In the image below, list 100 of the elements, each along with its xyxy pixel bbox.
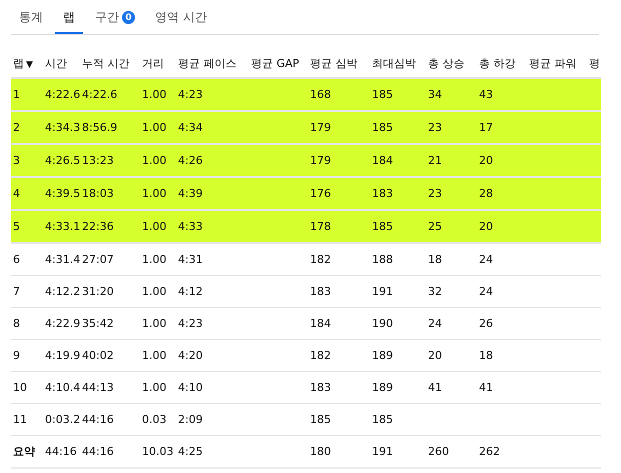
column-header[interactable]: 총 상승 [428,56,464,70]
sort-icon[interactable]: ▼ [26,60,33,70]
table-cell: 183 [310,381,331,394]
table-cell: 4:39 [178,187,203,200]
table-cell: 262 [479,445,500,458]
tab[interactable]: 구간 0 [87,6,143,34]
tab[interactable]: 통계 [11,6,51,34]
table-cell: 189 [372,349,393,362]
table-cell: 9 [13,349,20,362]
table-cell: 4:10 [178,381,203,394]
table-cell: 185 [372,413,393,426]
tab[interactable]: 영역 시간 [147,6,215,34]
table-cell: 27:07 [82,253,114,266]
table-cell: 1.00 [142,220,166,233]
table-cell: 24 [479,253,493,266]
column-header[interactable]: 총 하강 [479,56,516,70]
table-cell: 4:12 [178,285,203,298]
table-cell: 4:26.5 [45,154,80,167]
table-cell: 23 [428,187,442,200]
table-cell: 4:31 [178,253,203,266]
table-cell: 1.00 [142,253,166,266]
table-cell: 1.00 [142,349,166,362]
table-cell: 190 [372,317,393,330]
table-cell: 21 [428,154,442,167]
table-cell: 184 [372,154,393,167]
table-cell: 185 [372,88,393,101]
table-cell: 28 [479,187,493,200]
table-cell: 34 [428,88,442,101]
table-cell: 10.03 [142,445,174,458]
table-cell: 43 [479,88,493,101]
table-cell: 8:56.9 [82,121,118,134]
table-cell: 184 [310,317,331,330]
selected-row[interactable]: 5 4:33.1 22:36 1.00 4:33 178 185 25 20 [11,210,601,243]
column-header[interactable]: 평 [589,56,600,70]
table-cell: 44:13 [82,381,114,394]
table-cell: 176 [310,187,331,200]
table-cell: 4:31.4 [45,253,80,266]
table-cell: 26 [479,317,493,330]
table-cell: 4:34.3 [45,121,80,134]
table-cell: 4:20 [178,349,203,362]
table-cell: 4 [13,187,20,200]
table-cell: 20 [479,220,493,233]
selected-row[interactable]: 4 4:39.5 18:03 1.00 4:39 176 183 23 28 [11,177,601,210]
table-cell: 18:03 [82,187,114,200]
table-cell: 1 [13,88,20,101]
table-cell: 1.00 [142,154,166,167]
tab[interactable]: 랩 [55,6,83,34]
column-header[interactable]: 평균 페이스 [178,56,236,70]
table-cell: 40:02 [82,349,114,362]
table-cell: 1.00 [142,88,166,101]
table-cell: 4:33 [178,220,203,233]
table-cell: 13:23 [82,154,114,167]
selected-row[interactable]: 1 4:22.6 4:22.6 1.00 4:23 168 185 34 43 [11,78,601,111]
table-cell: 5 [13,220,20,233]
table-cell: 6 [13,253,20,266]
table-cell: 4:26 [178,154,203,167]
table-cell: 41 [428,381,442,394]
table-cell: 191 [372,285,393,298]
table-cell: 4:34 [178,121,203,134]
table-cell: 35:42 [82,317,114,330]
table-cell: 1.00 [142,317,166,330]
table-cell: 4:19.9 [45,349,80,362]
table-cell: 4:22.6 [82,88,118,101]
table-cell: 4:25 [178,445,203,458]
table-cell: 31:20 [82,285,114,298]
table-cell: 25 [428,220,442,233]
table-cell: 24 [428,317,442,330]
table-cell: 185 [310,413,331,426]
table-cell: 4:33.1 [45,220,80,233]
table-cell: 183 [372,187,393,200]
table-cell: 41 [479,381,493,394]
table-cell: 183 [310,285,331,298]
selected-row[interactable]: 3 4:26.5 13:23 1.00 4:26 179 184 21 20 [11,144,601,177]
table-cell: 18 [428,253,442,266]
column-header[interactable]: 거리 [142,56,164,70]
table-cell: 1.00 [142,187,166,200]
table-cell: 4:22.6 [45,88,80,101]
selected-row[interactable]: 2 4:34.3 8:56.9 1.00 4:34 179 185 23 17 [11,111,601,144]
column-header[interactable]: 최대심박 [372,56,416,70]
column-header[interactable]: 랩 [13,56,24,70]
table-cell: 3 [13,154,20,167]
column-header[interactable]: 평균 GAP [251,56,300,70]
table-cell: 0.03 [142,413,166,426]
column-header[interactable]: 평균 파워 [529,56,576,70]
table-cell: 7 [13,285,20,298]
table-cell: 180 [310,445,331,458]
table-cell: 1.00 [142,285,166,298]
table-cell: 2 [13,121,20,134]
table-cell: 185 [372,220,393,233]
count-badge: 0 [122,11,135,24]
table-cell: 44:16 [45,445,77,458]
table-cell: 20 [479,154,493,167]
column-header[interactable]: 누적 시간 [82,56,130,70]
table-cell: 4:22.9 [45,317,80,330]
column-header[interactable]: 평균 심박 [310,56,358,70]
table-cell: 188 [372,253,393,266]
column-header[interactable]: 시간 [45,56,67,70]
table-cell: 1.00 [142,381,166,394]
table-cell: 22:36 [82,220,114,233]
table-cell: 4:23 [178,88,203,101]
